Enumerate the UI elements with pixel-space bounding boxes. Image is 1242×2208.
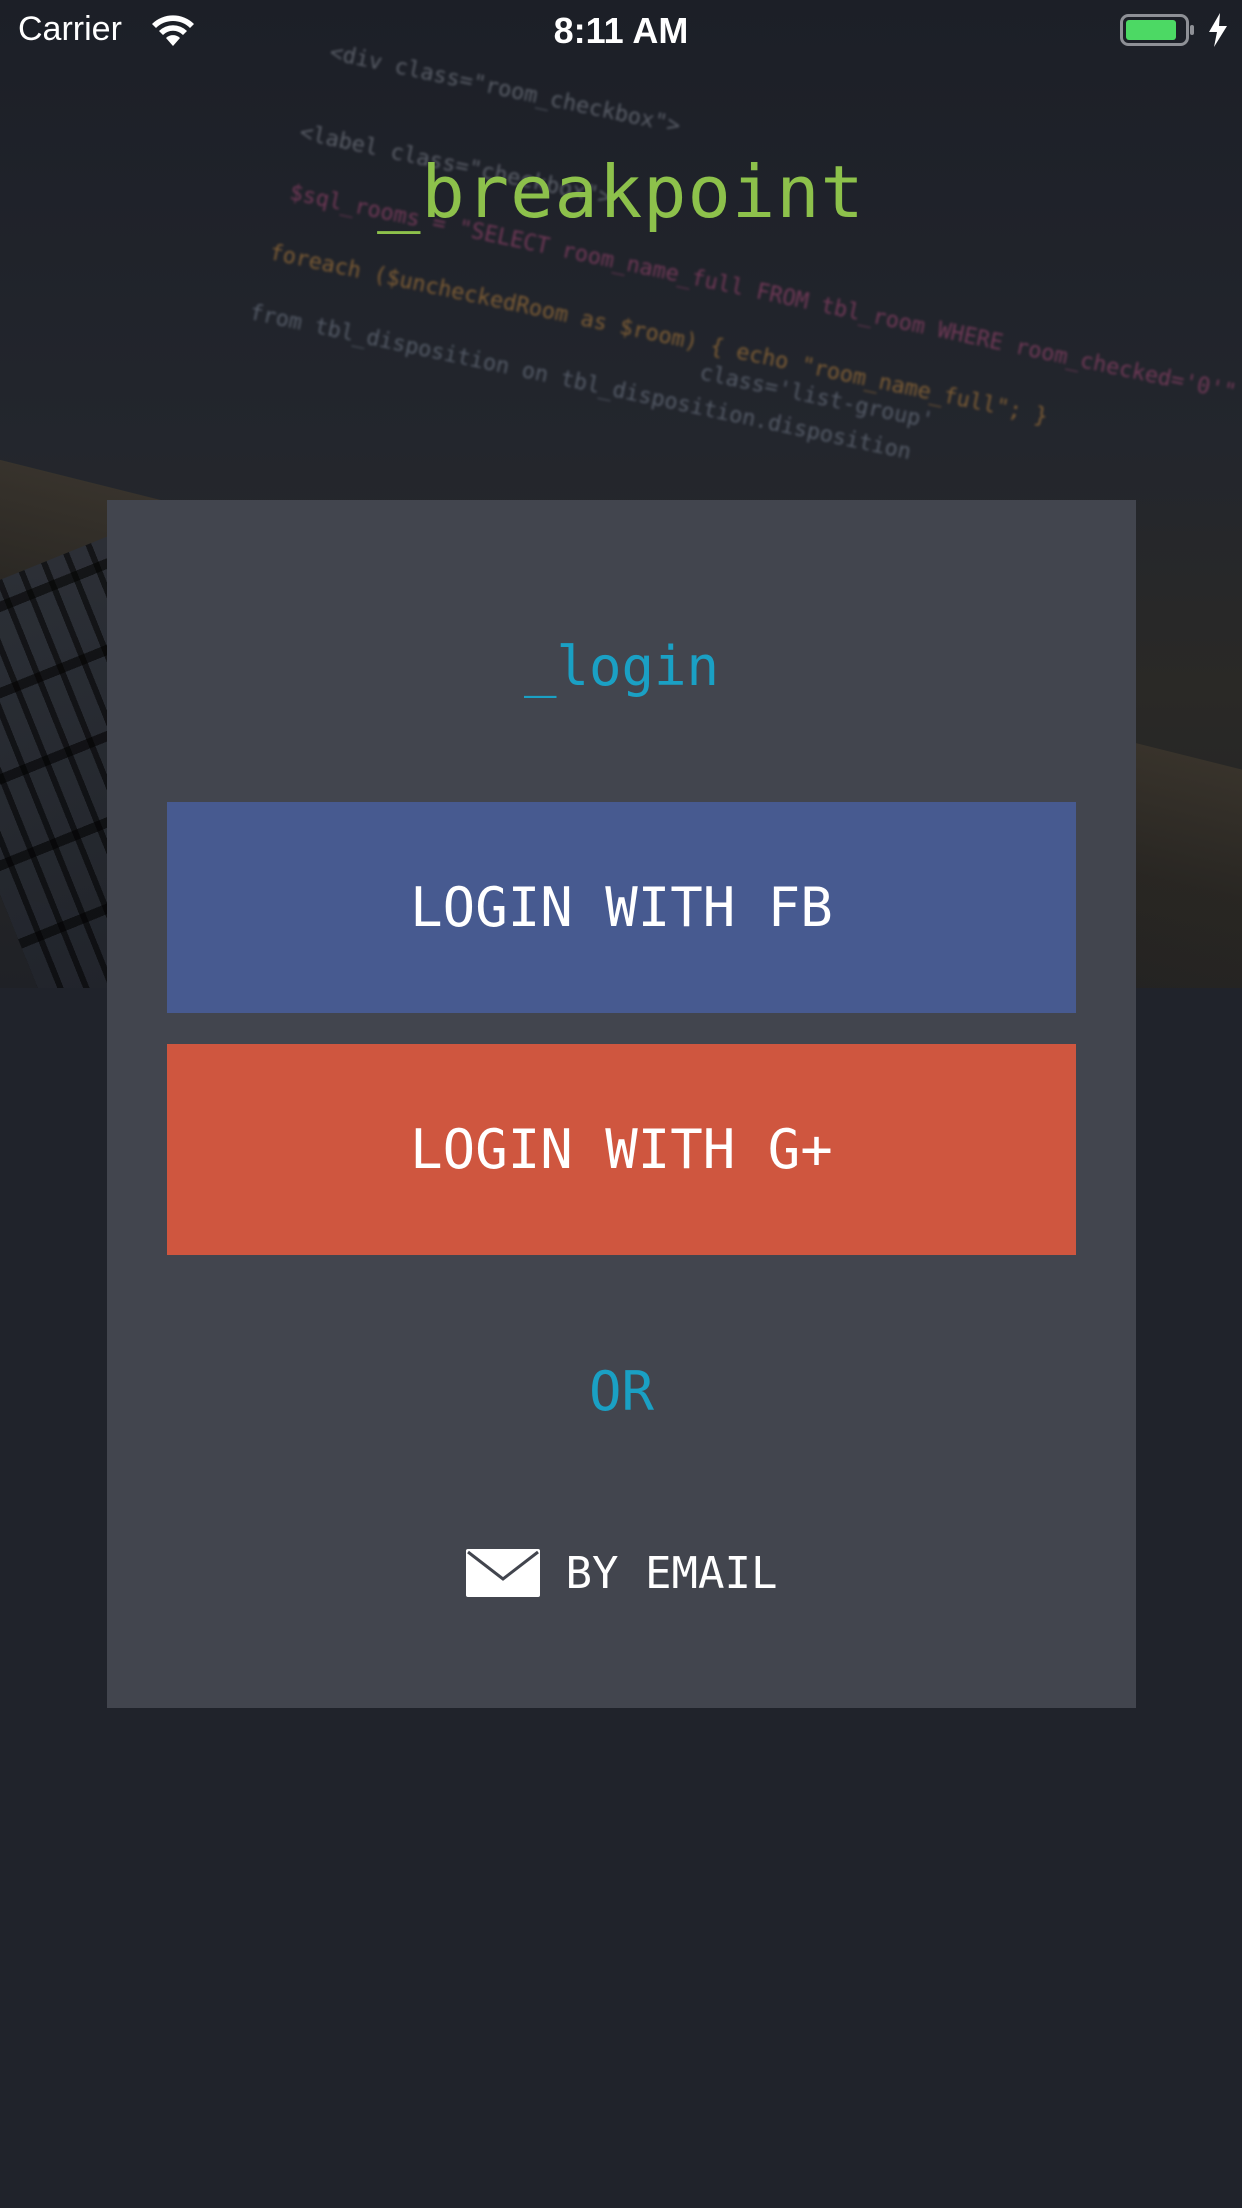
login-heading: _login [523, 635, 720, 698]
login-google-label: LOGIN WITH G+ [410, 1118, 833, 1181]
status-time: 8:11 AM [553, 10, 689, 51]
battery-icon [1120, 14, 1194, 46]
app-title: _breakpoint [377, 150, 865, 234]
envelope-icon [465, 1549, 540, 1597]
charging-bolt-icon [1209, 13, 1227, 47]
status-bar: Carrier 8:11 AM [0, 0, 1242, 60]
login-card: _login LOGIN WITH FB LOGIN WITH G+ OR BY… [107, 500, 1136, 1708]
login-email-button[interactable]: BY EMAIL [107, 1540, 1136, 1606]
login-email-label: BY EMAIL [565, 1547, 778, 1599]
login-facebook-label: LOGIN WITH FB [410, 876, 833, 939]
login-google-button[interactable]: LOGIN WITH G+ [167, 1044, 1076, 1255]
or-separator: OR [588, 1360, 655, 1423]
login-facebook-button[interactable]: LOGIN WITH FB [167, 802, 1076, 1013]
